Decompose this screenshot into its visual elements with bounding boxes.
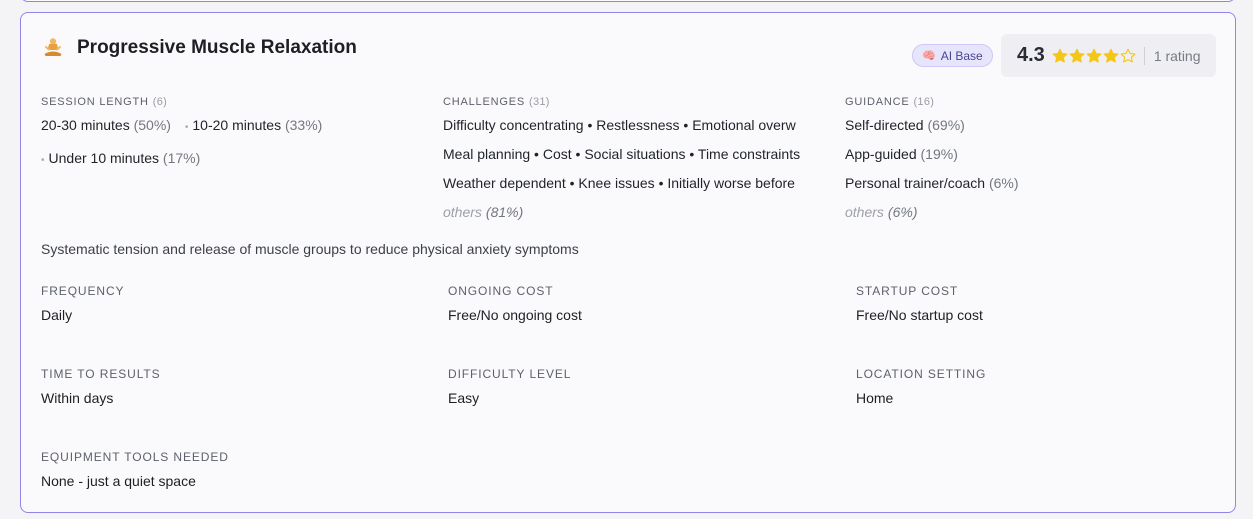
session-length-row: 20-30 minutes (50%) • 10-20 minutes (33%): [41, 117, 421, 150]
guidance-others[interactable]: others (6%): [845, 204, 1205, 220]
card-header: Progressive Muscle Relaxation: [41, 36, 357, 60]
guidance-heading: GUIDANCE (16): [845, 96, 1205, 108]
attribute-label: DIFFICULTY LEVEL: [448, 367, 572, 381]
item-percent: (33%): [284, 117, 323, 133]
attribute-value: None - just a quiet space: [41, 473, 196, 489]
attribute-value: Easy: [448, 390, 480, 406]
list-item: App-guided (19%): [845, 146, 1205, 175]
item-percent: (69%): [927, 117, 965, 133]
attribute-frequency: FREQUENCY Daily: [41, 284, 431, 323]
star-filled-icon: [1086, 48, 1102, 63]
rating-divider: [1143, 46, 1145, 65]
previous-card-edge: [20, 0, 1236, 2]
challenges-section: CHALLENGES (31) Difficulty concentrating …: [443, 96, 815, 220]
item-text: 10-20 minutes: [192, 117, 282, 133]
others-percent: (81%): [485, 204, 524, 220]
item-text: Personal trainer/coach: [845, 175, 986, 191]
star-filled-icon: [1103, 48, 1119, 63]
attribute-equipment: EQUIPMENT TOOLS NEEDED None - just a qui…: [41, 450, 431, 489]
star-filled-icon: [1052, 48, 1068, 63]
person-meditating-icon: [41, 36, 65, 60]
item-text: App-guided: [845, 146, 917, 162]
guidance-label: GUIDANCE: [845, 96, 910, 108]
rating-count: 1 rating: [1153, 47, 1201, 64]
item-text: 20-30 minutes: [41, 117, 130, 133]
rating-value: 4.3: [1017, 44, 1045, 66]
attribute-value: Within days: [41, 390, 114, 406]
attribute-label: STARTUP COST: [856, 284, 959, 298]
attribute-difficulty-level: DIFFICULTY LEVEL Easy: [448, 367, 838, 406]
attribute-label: TIME TO RESULTS: [41, 367, 161, 381]
attribute-location-setting: LOCATION SETTING Home: [856, 367, 1216, 406]
guidance-count: (16): [913, 96, 935, 108]
session-length-heading: SESSION LENGTH (6): [41, 96, 421, 108]
star-rating: [1052, 48, 1136, 64]
ai-base-badge: 🧠 AI Base: [912, 44, 993, 67]
rating-summary[interactable]: 4.3 1 rating: [1001, 34, 1216, 77]
item-percent: (19%): [920, 146, 958, 162]
item-text: Self-directed: [845, 117, 924, 133]
attribute-value: Free/No startup cost: [856, 307, 983, 323]
attribute-ongoing-cost: ONGOING COST Free/No ongoing cost: [448, 284, 838, 323]
attribute-label: EQUIPMENT TOOLS NEEDED: [41, 450, 229, 464]
attribute-label: ONGOING COST: [448, 284, 554, 298]
practice-card: Progressive Muscle Relaxation 🧠 AI Base …: [20, 12, 1236, 513]
others-label: others: [443, 204, 482, 220]
list-item: • 10-20 minutes (33%): [185, 117, 322, 133]
attribute-value: Home: [856, 390, 894, 406]
challenges-heading: CHALLENGES (31): [443, 96, 815, 108]
others-percent: (6%): [887, 204, 918, 220]
list-item: • Under 10 minutes (17%): [41, 150, 421, 169]
attribute-label: FREQUENCY: [41, 284, 125, 298]
session-length-label: SESSION LENGTH: [41, 96, 149, 108]
attribute-value: Daily: [41, 307, 73, 323]
guidance-section: GUIDANCE (16) Self-directed (69%) App-gui…: [845, 96, 1205, 220]
list-item: Personal trainer/coach (6%): [845, 175, 1205, 204]
session-length-count: (6): [152, 96, 168, 108]
challenges-count: (31): [528, 96, 550, 108]
bullet-dot-icon: •: [41, 155, 45, 166]
bullet-dot-icon: •: [184, 122, 189, 133]
star-filled-icon: [1069, 48, 1085, 63]
list-item: 20-30 minutes (50%): [41, 117, 171, 133]
session-length-section: SESSION LENGTH (6) 20-30 minutes (50%) • 1…: [41, 96, 421, 169]
list-item: Self-directed (69%): [845, 117, 1205, 146]
attribute-label: LOCATION SETTING: [856, 367, 987, 381]
challenge-line: Meal planning • Cost • Social situations…: [443, 146, 801, 162]
attribute-value: Free/No ongoing cost: [448, 307, 582, 323]
attribute-startup-cost: STARTUP COST Free/No startup cost: [856, 284, 1216, 323]
challenge-line: Weather dependent • Knee issues • Initia…: [443, 175, 795, 191]
attribute-time-to-results: TIME TO RESULTS Within days: [41, 367, 431, 406]
challenge-line: Difficulty concentrating • Restlessness …: [443, 117, 796, 133]
item-percent: (17%): [162, 150, 201, 166]
practice-description: Systematic tension and release of muscle…: [41, 241, 579, 257]
item-percent: (6%): [988, 175, 1019, 191]
others-label: others: [845, 204, 884, 220]
item-text: Under 10 minutes: [48, 150, 160, 166]
challenges-others[interactable]: others (81%): [443, 204, 815, 220]
challenges-label: CHALLENGES: [443, 96, 525, 108]
item-percent: (50%): [133, 117, 171, 133]
practice-title: Progressive Muscle Relaxation: [77, 37, 357, 58]
brain-icon: 🧠: [922, 50, 936, 62]
star-empty-icon: [1120, 48, 1136, 63]
ai-badge-label: AI Base: [940, 48, 983, 63]
